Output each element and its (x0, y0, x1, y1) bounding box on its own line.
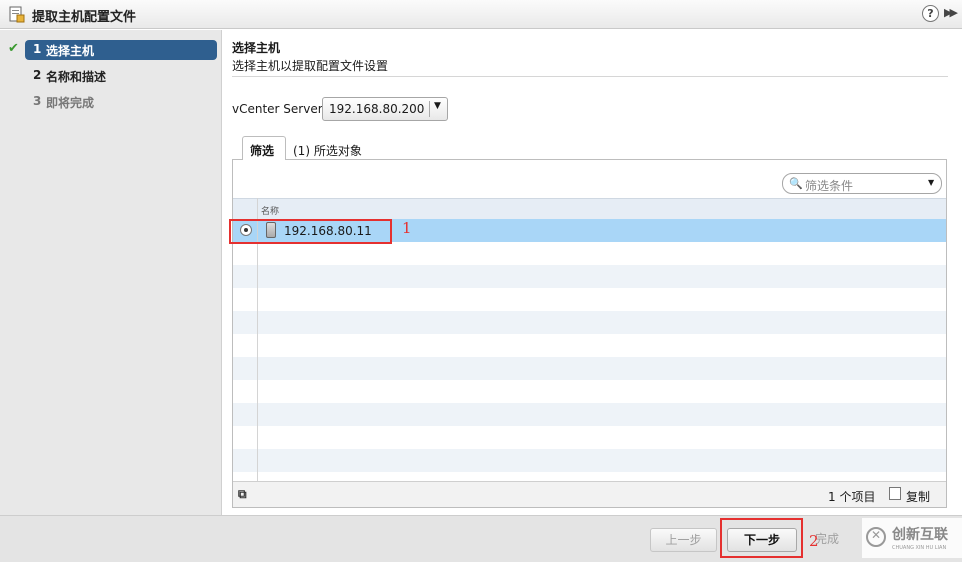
vcenter-value: 192.168.80.200 (329, 102, 425, 116)
empty-row (233, 265, 946, 288)
grid-footer: ⧉ 1 个项目 复制 (233, 481, 946, 507)
empty-row (233, 334, 946, 357)
finish-button[interactable]: 完成 (815, 528, 865, 552)
annotation-box-1 (229, 219, 392, 244)
page-subtitle: 选择主机以提取配置文件设置 (232, 59, 389, 73)
grid-header: 名称 (233, 198, 946, 219)
annotation-label-1: 1 (402, 219, 412, 237)
wizard-steps: ✔ 1 选择主机 2 名称和描述 3 即将完成 (0, 30, 222, 515)
step-name-description[interactable]: 2 名称和描述 (8, 66, 218, 86)
watermark-brand: 创新互联 (892, 527, 948, 543)
empty-row (233, 311, 946, 334)
step-select-host[interactable]: 1 选择主机 (25, 40, 217, 60)
filter-placeholder: 筛选条件 (805, 179, 854, 193)
empty-row (233, 357, 946, 380)
search-icon: 🔍 (789, 177, 803, 190)
back-button[interactable]: 上一步 (650, 528, 717, 552)
empty-row (233, 288, 946, 311)
step-label: 名称和描述 (46, 70, 107, 84)
step-number: 3 (33, 94, 42, 108)
binoculars-icon[interactable]: ⧉ (238, 487, 247, 502)
annotation-label-2: 2 (809, 532, 819, 550)
watermark-tagline: CHUANG XIN HU LIAN (892, 545, 947, 551)
copy-icon[interactable] (889, 487, 901, 500)
empty-row (233, 449, 946, 472)
page-title: 选择主机 (232, 41, 281, 55)
step-ready-to-complete: 3 即将完成 (8, 92, 218, 112)
watermark: 创新互联 CHUANG XIN HU LIAN (862, 518, 962, 558)
step-number: 1 (33, 42, 42, 56)
select-separator (429, 101, 430, 117)
empty-row (233, 426, 946, 449)
column-header-name[interactable]: 名称 (261, 204, 279, 217)
chevron-down-icon: ▼ (434, 101, 441, 111)
filter-input[interactable]: 🔍 筛选条件 ▼ (782, 173, 942, 194)
host-profile-icon (9, 6, 25, 23)
title-bar: 提取主机配置文件 ? ▶▶ (0, 0, 962, 29)
step-label: 即将完成 (46, 96, 95, 110)
copy-button[interactable]: 复制 (906, 488, 930, 505)
main-content: 选择主机 选择主机以提取配置文件设置 vCenter Server: 192.1… (223, 30, 962, 515)
empty-row (233, 403, 946, 426)
step-number: 2 (33, 68, 42, 82)
tab-filter[interactable]: 筛选 (242, 136, 286, 160)
vcenter-label: vCenter Server: (232, 102, 327, 116)
host-list-panel: 🔍 筛选条件 ▼ 名称 192.168.80.11 ⧉ 1 个项目 复制 (232, 159, 947, 508)
vcenter-select[interactable]: 192.168.80.200 ▼ (322, 97, 448, 121)
expand-icon[interactable]: ▶▶ (944, 6, 958, 19)
window-title: 提取主机配置文件 (32, 10, 137, 25)
empty-row (233, 242, 946, 265)
empty-row (233, 380, 946, 403)
tab-selected-objects[interactable]: (1) 所选对象 (293, 136, 362, 160)
annotation-box-2 (720, 518, 803, 558)
item-count: 1 个项目 (828, 490, 876, 504)
step-label: 选择主机 (46, 44, 95, 58)
brand-logo-icon (866, 527, 886, 547)
help-icon[interactable]: ? (922, 5, 939, 22)
header-divider (232, 76, 948, 77)
chevron-down-icon[interactable]: ▼ (928, 178, 934, 187)
